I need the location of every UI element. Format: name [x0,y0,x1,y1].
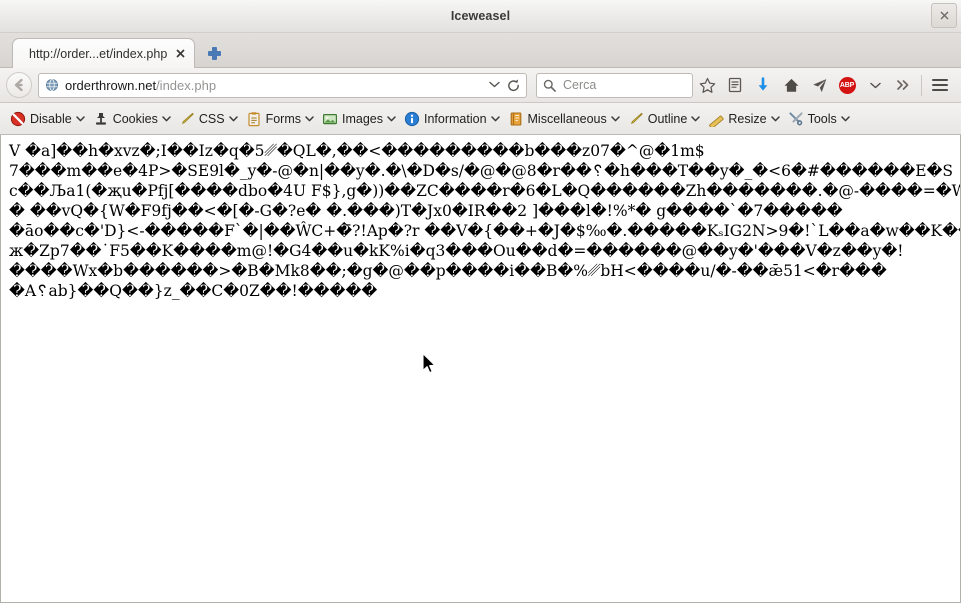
devtoolbar-label: Cookies [112,111,158,126]
adblock-dropdown-button[interactable] [861,71,889,99]
back-button[interactable] [6,72,32,98]
home-icon [784,78,798,92]
devtoolbar-item-disable[interactable]: Disable [6,107,89,131]
share-button[interactable] [805,71,833,99]
share-paperplane-icon [812,78,826,92]
disable-circle-icon [10,111,26,127]
devtoolbar-label: Images [341,111,383,126]
bookmark-star-button[interactable] [693,71,721,99]
download-arrow-icon [758,77,768,91]
plus-icon [207,47,221,60]
reload-icon [508,79,519,91]
devtoolbar-item-images[interactable]: Images [318,107,400,131]
window-close-button[interactable] [931,3,957,28]
images-picture-icon [322,111,338,127]
bookmark-star-icon [699,77,715,93]
page-content: V �a]��h�xvz�;I��Iz�q�5␥�QL�,��<��������… [0,135,961,603]
download-button[interactable] [749,71,777,99]
search-bar[interactable]: Cerca [536,72,693,98]
home-button[interactable] [777,71,805,99]
devtoolbar-label: Tools [807,111,837,126]
chevron-down-icon [75,114,85,124]
chevron-down-icon [490,114,500,124]
devtoolbar-label: Outline [647,111,688,126]
adblock-plus-button[interactable]: ABP [833,71,861,99]
cookies-stamp-icon [93,111,109,127]
tab-label: http://order...et/index.php [29,46,168,61]
tools-wrench-icon [788,111,804,127]
reload-button[interactable] [506,78,521,93]
search-icon [543,79,556,92]
chevron-down-icon [691,114,701,124]
back-arrow-icon [14,78,23,92]
devtoolbar-label: Information [423,111,487,126]
close-icon [940,11,948,20]
devtoolbar-label: Disable [30,111,72,126]
css-pencil-icon [179,111,195,127]
chevron-down-icon [162,114,171,124]
url-history-dropdown-icon[interactable] [489,80,500,91]
title-bar: Iceweasel [0,0,961,33]
reader-list-icon [728,77,742,93]
miscellaneous-book-icon [508,111,524,127]
devtoolbar-item-cookies[interactable]: Cookies [89,107,175,131]
chevron-down-icon [610,114,620,124]
devtoolbar-label: Resize [728,111,767,126]
chevron-down-icon [489,81,500,87]
devtoolbar-item-information[interactable]: Information [400,107,504,131]
devtoolbar-item-tools[interactable]: Tools [784,107,854,131]
devtoolbar-label: Forms [265,111,301,126]
binary-dump-text: V �a]��h�xvz�;I��Iz�q�5␥�QL�,��<��������… [9,142,961,300]
devtoolbar-item-miscellaneous[interactable]: Miscellaneous [504,107,624,131]
navigation-toolbar: orderthrown.net/index.php Cerca ABP [0,68,961,103]
url-host: orderthrown.net [65,77,157,93]
hamburger-menu-icon [932,79,948,91]
resize-ruler-icon [708,111,725,127]
devtoolbar-item-resize[interactable]: Resize [704,107,783,131]
outline-pencil-icon [628,111,644,127]
toolbar-overflow-button[interactable] [889,71,917,99]
toolbar-separator [921,74,922,96]
window-title: Iceweasel [450,9,511,23]
chevron-down-icon [770,114,780,124]
chevron-down-icon [387,114,396,124]
browser-window: Iceweasel http://order...et/index.php or… [0,0,961,603]
devtoolbar-item-css[interactable]: CSS [175,107,242,131]
adblock-plus-icon: ABP [838,76,856,94]
forms-clipboard-icon [246,111,262,127]
tab-close-icon[interactable] [176,48,185,60]
url-bar[interactable]: orderthrown.net/index.php [38,72,527,98]
new-tab-button[interactable] [197,39,231,68]
close-icon [176,48,185,58]
url-text: orderthrown.net/index.php [65,78,485,93]
devtoolbar-item-forms[interactable]: Forms [242,107,318,131]
devtoolbar-label: CSS [198,111,225,126]
globe-icon [45,78,59,92]
web-developer-toolbar: Disable Cookies CSS Forms Images Informa… [0,103,961,135]
devtoolbar-item-outline[interactable]: Outline [624,107,705,131]
overflow-chevrons-icon [896,80,908,90]
mouse-pointer [422,353,436,374]
reader-list-button[interactable] [721,71,749,99]
tab-strip: http://order...et/index.php [0,33,961,68]
main-menu-button[interactable] [926,71,954,99]
chevron-down-icon [228,114,238,124]
url-path: /index.php [156,77,217,93]
search-placeholder: Cerca [563,78,597,92]
information-info-icon [404,111,420,127]
browser-tab[interactable]: http://order...et/index.php [12,38,196,68]
chevron-down-icon [841,114,850,124]
chevron-down-icon [869,82,881,88]
chevron-down-icon [305,114,314,124]
devtoolbar-label: Miscellaneous [527,111,607,126]
